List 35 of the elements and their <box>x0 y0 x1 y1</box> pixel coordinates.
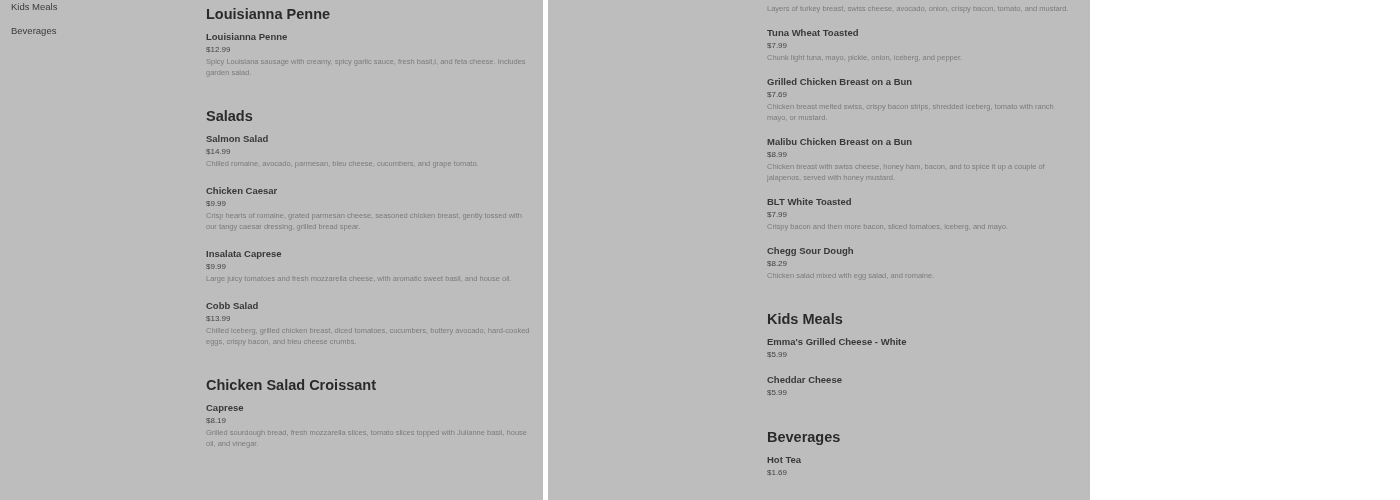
item-price: $7.69 <box>767 89 789 101</box>
item-name[interactable]: Chicken Caesar <box>206 184 531 197</box>
item-name[interactable]: Caprese <box>206 401 531 414</box>
item-price: $8.99 <box>767 149 789 161</box>
item-price: $9.99 <box>206 198 228 210</box>
section-heading: Chicken Salad Croissant <box>206 376 378 395</box>
item-name[interactable]: Insalata Caprese <box>206 247 531 260</box>
item-name[interactable]: Chegg Sour Dough <box>767 244 1072 257</box>
section-heading: Beverages <box>767 428 842 447</box>
item-price: $7.99 <box>767 40 789 52</box>
item-price: $8.19 <box>206 415 228 427</box>
item-name[interactable]: Malibu Chicken Breast on a Bun <box>767 135 1072 148</box>
item-price: $7.99 <box>767 209 789 221</box>
item-price: $12.99 <box>206 44 232 56</box>
item-price: $13.99 <box>206 313 232 325</box>
item-name[interactable]: BLT White Toasted <box>767 195 1072 208</box>
item-name[interactable]: Cobb Salad <box>206 299 531 312</box>
item-price: $5.99 <box>767 387 789 399</box>
item-name[interactable]: Louisianna Penne <box>206 30 531 43</box>
item-price: $8.29 <box>767 258 789 270</box>
item-name[interactable]: Cheddar Cheese <box>767 373 1072 386</box>
item-name[interactable]: Emma's Grilled Cheese - White <box>767 335 1072 348</box>
item-name[interactable]: Salmon Salad <box>206 132 531 145</box>
item-price: $1.69 <box>767 467 789 479</box>
item-price: $14.99 <box>206 146 232 158</box>
category-link[interactable]: Kids Meals <box>11 1 206 13</box>
item-price: $9.99 <box>206 261 228 273</box>
section-heading: Louisianna Penne <box>206 5 332 24</box>
section-heading: Salads <box>206 107 254 126</box>
category-link[interactable]: Beverages <box>11 25 206 37</box>
item-name[interactable]: Hot Tea <box>767 453 1072 466</box>
item-name[interactable]: Tuna Wheat Toasted <box>767 26 1072 39</box>
section-heading: Kids Meals <box>767 310 844 329</box>
item-price: $5.99 <box>767 349 789 361</box>
item-name[interactable]: Grilled Chicken Breast on a Bun <box>767 75 1072 88</box>
